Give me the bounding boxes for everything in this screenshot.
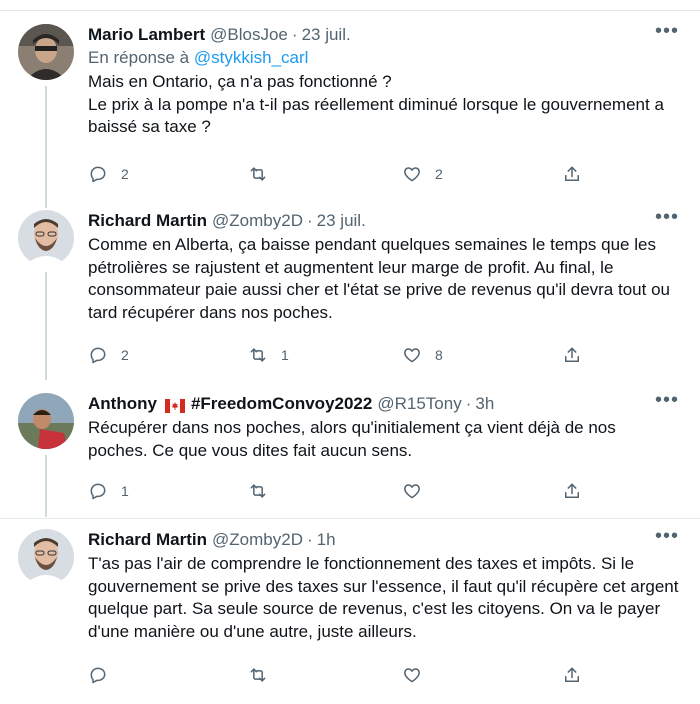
reply-context: En réponse à @stykkish_carl xyxy=(88,47,682,69)
share-button[interactable] xyxy=(562,162,582,186)
reply-button[interactable]: 2 xyxy=(88,162,129,186)
reply-button[interactable] xyxy=(88,663,121,687)
author-name[interactable]: Richard Martin xyxy=(88,529,207,551)
author-handle[interactable]: @Zomby2D xyxy=(212,210,303,232)
retweet-button[interactable]: 1 xyxy=(248,343,289,367)
tweet-text: T'as pas l'air de comprendre le fonction… xyxy=(88,553,682,643)
tweet-text-line: T'as pas l'air de comprendre le fonction… xyxy=(88,554,679,641)
author-name[interactable]: Richard Martin xyxy=(88,210,207,232)
tweet-timestamp[interactable]: 3h xyxy=(475,393,494,415)
thread-connector xyxy=(45,272,47,380)
avatar[interactable] xyxy=(18,393,74,449)
tweet-text-line: Mais en Ontario, ça n'a pas fonctionné ? xyxy=(88,72,392,91)
retweet-icon xyxy=(248,164,268,184)
like-icon xyxy=(402,164,422,184)
tweet-divider xyxy=(0,518,700,519)
reply-icon xyxy=(88,481,108,501)
thread-connector xyxy=(45,86,47,208)
top-border xyxy=(0,10,700,11)
author-handle[interactable]: @BlosJoe xyxy=(210,24,288,46)
author-name-prefix[interactable]: Anthony xyxy=(88,393,157,415)
retweet-icon xyxy=(248,481,268,501)
tweet-text: Mais en Ontario, ça n'a pas fonctionné ?… xyxy=(88,71,688,139)
retweet-icon xyxy=(248,665,268,685)
tweet-timestamp[interactable]: 23 juil. xyxy=(317,210,366,232)
share-icon xyxy=(562,481,582,501)
avatar[interactable] xyxy=(18,210,74,266)
tweet-richard-martin-reply[interactable]: Richard Martin @Zomby2D · 1h ••• T'as pa… xyxy=(0,526,700,699)
reply-prefix: En réponse à xyxy=(88,48,190,67)
tweet-actions: 2 2 xyxy=(88,162,682,186)
tweet-text-line: Récupérer dans nos poches, alors qu'init… xyxy=(88,418,616,460)
more-icon[interactable]: ••• xyxy=(652,21,682,46)
like-button[interactable]: 8 xyxy=(402,343,443,367)
tweet-timestamp[interactable]: 1h xyxy=(317,529,336,551)
retweet-button[interactable] xyxy=(248,663,281,687)
reply-count: 2 xyxy=(121,347,129,363)
like-icon xyxy=(402,481,422,501)
like-count: 8 xyxy=(435,347,443,363)
separator-dot: · xyxy=(306,211,313,230)
thread-connector xyxy=(45,455,47,517)
reply-icon xyxy=(88,665,108,685)
reply-count: 2 xyxy=(121,166,129,182)
tweet-actions xyxy=(88,663,682,687)
canada-flag-icon xyxy=(164,397,186,414)
like-count: 2 xyxy=(435,166,443,182)
author-handle[interactable]: @R15Tony xyxy=(377,393,461,415)
tweet-richard-martin[interactable]: Richard Martin @Zomby2D · 23 juil. ••• C… xyxy=(0,207,700,380)
tweet-actions: 1 xyxy=(88,479,682,503)
separator-dot: · xyxy=(465,394,472,413)
reply-count: 1 xyxy=(121,483,129,499)
share-button[interactable] xyxy=(562,343,582,367)
share-button[interactable] xyxy=(562,479,582,503)
share-icon xyxy=(562,164,582,184)
like-icon xyxy=(402,345,422,365)
retweet-button[interactable] xyxy=(248,162,281,186)
avatar[interactable] xyxy=(18,24,74,80)
tweet-text-line: Comme en Alberta, ça baisse pendant quel… xyxy=(88,235,670,322)
more-icon[interactable]: ••• xyxy=(652,390,682,415)
like-button[interactable]: 2 xyxy=(402,162,443,186)
author-handle[interactable]: @Zomby2D xyxy=(212,529,303,551)
reply-icon xyxy=(88,345,108,365)
tweet-text: Récupérer dans nos poches, alors qu'init… xyxy=(88,417,668,462)
tweet-actions: 2 1 8 xyxy=(88,343,682,367)
reply-to-link[interactable]: @stykkish_carl xyxy=(194,48,309,67)
avatar[interactable] xyxy=(18,529,74,585)
more-icon[interactable]: ••• xyxy=(652,207,682,232)
retweet-count: 1 xyxy=(281,347,289,363)
separator-dot: · xyxy=(291,25,298,44)
tweet-anthony[interactable]: Anthony #FreedomConvoy2022 @R15Tony · 3h… xyxy=(0,390,700,517)
share-icon xyxy=(562,345,582,365)
tweet-mario-lambert[interactable]: Mario Lambert @BlosJoe · 23 juil. ••• En… xyxy=(0,21,700,208)
like-icon xyxy=(402,665,422,685)
reply-icon xyxy=(88,164,108,184)
author-name-suffix[interactable]: #FreedomConvoy2022 xyxy=(191,393,372,415)
like-button[interactable] xyxy=(402,479,435,503)
tweet-timestamp[interactable]: 23 juil. xyxy=(302,24,351,46)
reply-button[interactable]: 2 xyxy=(88,343,129,367)
reply-button[interactable]: 1 xyxy=(88,479,129,503)
author-name[interactable]: Mario Lambert xyxy=(88,24,205,46)
like-button[interactable] xyxy=(402,663,435,687)
retweet-button[interactable] xyxy=(248,479,281,503)
separator-dot: · xyxy=(306,530,313,549)
share-icon xyxy=(562,665,582,685)
retweet-icon xyxy=(248,345,268,365)
tweet-text-line: Le prix à la pompe n'a t-il pas réelleme… xyxy=(88,94,664,137)
more-icon[interactable]: ••• xyxy=(652,526,682,551)
tweet-text: Comme en Alberta, ça baisse pendant quel… xyxy=(88,234,682,324)
share-button[interactable] xyxy=(562,663,582,687)
